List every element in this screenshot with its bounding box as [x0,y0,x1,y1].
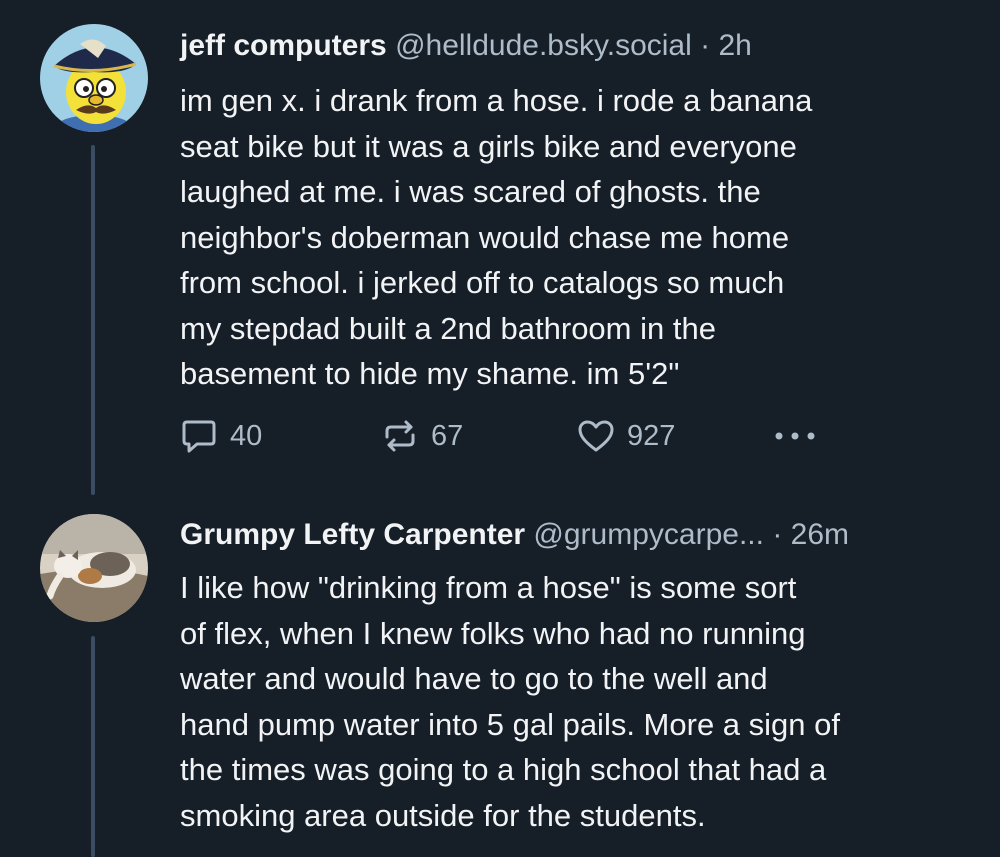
author-display-name[interactable]: Grumpy Lefty Carpenter [180,518,525,551]
repost-button[interactable]: 67 [381,414,463,458]
post-thread: jeff computers @helldude.bsky.social · 2… [0,0,1000,857]
repost-arrows-icon [385,420,415,452]
avatar-cat-photo-image [40,514,148,622]
repost-count: 67 [431,419,464,452]
ellipsis-icon [775,432,815,440]
post-timestamp[interactable]: 2h [718,29,751,62]
author-display-name[interactable]: jeff computers [180,29,387,62]
separator-dot: · [700,29,711,62]
speech-bubble-icon [182,420,216,453]
author-handle[interactable]: @helldude.bsky.social [395,29,692,62]
avatar-cartoon-pirate-image [40,24,148,132]
post-text: im gen x. i drank from a hose. i rode a … [180,83,813,391]
like-button[interactable]: 927 [577,414,675,458]
avatar[interactable] [40,514,148,622]
avatar[interactable] [40,24,148,132]
post-timestamp[interactable]: 26m [791,518,849,551]
heart-icon [578,420,614,452]
post-actions: 40 67 927 [180,414,880,458]
more-options-button[interactable] [772,414,818,458]
thread-connector-line [91,636,95,857]
separator-dot: · [772,518,783,551]
post-header: jeff computers @helldude.bsky.social · 2… [180,26,752,66]
like-count: 927 [627,419,676,452]
reply-count: 40 [230,419,263,452]
post-header: Grumpy Lefty Carpenter @grumpycarpe... ·… [180,515,849,555]
post-text: I like how "drinking from a hose" is som… [180,570,840,833]
thread-connector-line [91,145,95,495]
author-handle[interactable]: @grumpycarpe... [533,518,764,551]
reply-button[interactable]: 40 [180,414,262,458]
